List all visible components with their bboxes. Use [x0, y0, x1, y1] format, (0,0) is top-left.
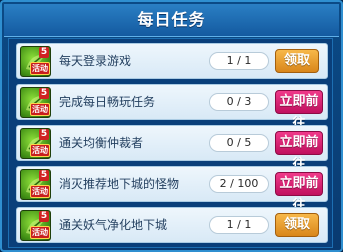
claim-button[interactable]: 领取 [275, 49, 319, 73]
panel-title: 每日任务 [137, 10, 206, 29]
go-now-button[interactable]: 立即前往 [275, 90, 323, 131]
task-progress: 1 / 1 [209, 52, 269, 70]
daily-tasks-panel: 每日任务 5 活动 每天登录游戏 1 / 1 领取 5 活动 完成每日畅玩任务 … [0, 0, 343, 252]
task-level-badge: 5 [39, 211, 49, 222]
event-badge: 活动 [30, 144, 50, 157]
claim-button[interactable]: 领取 [275, 213, 319, 237]
task-reward-icon: 5 活动 [20, 87, 51, 118]
event-badge: 活动 [30, 62, 50, 75]
task-name: 每天登录游戏 [59, 54, 132, 68]
task-reward-icon: 5 活动 [20, 46, 51, 77]
event-badge: 活动 [30, 103, 50, 116]
task-name: 消灭推荐地下城的怪物 [59, 177, 180, 191]
task-level-badge: 5 [39, 129, 49, 140]
task-level-badge: 5 [39, 170, 49, 181]
task-list: 5 活动 每天登录游戏 1 / 1 领取 5 活动 完成每日畅玩任务 0 / 3… [8, 38, 333, 248]
task-name: 通关妖气净化地下城 [59, 218, 168, 232]
task-progress: 2 / 100 [209, 175, 269, 193]
task-row: 5 活动 通关妖气净化地下城 1 / 1 领取 [16, 207, 328, 243]
title-bar: 每日任务 [4, 4, 339, 37]
task-progress: 1 / 1 [209, 216, 269, 234]
task-row: 5 活动 完成每日畅玩任务 0 / 3 立即前往 [16, 84, 328, 131]
task-name: 通关均衡仲裁者 [59, 136, 144, 150]
task-level-badge: 5 [39, 88, 49, 99]
task-row: 5 活动 每天登录游戏 1 / 1 领取 [16, 43, 328, 79]
task-row: 5 活动 通关均衡仲裁者 0 / 5 立即前往 [16, 125, 328, 172]
task-progress: 0 / 5 [209, 134, 269, 152]
task-reward-icon: 5 活动 [20, 169, 51, 200]
go-now-button[interactable]: 立即前往 [275, 131, 323, 172]
go-now-button[interactable]: 立即前往 [275, 172, 323, 213]
event-badge: 活动 [30, 226, 50, 239]
task-row: 5 活动 消灭推荐地下城的怪物 2 / 100 立即前往 [16, 166, 328, 213]
task-level-badge: 5 [39, 47, 49, 58]
task-reward-icon: 5 活动 [20, 128, 51, 159]
task-progress: 0 / 3 [209, 93, 269, 111]
task-reward-icon: 5 活动 [20, 210, 51, 241]
task-name: 完成每日畅玩任务 [59, 95, 156, 109]
event-badge: 活动 [30, 185, 50, 198]
